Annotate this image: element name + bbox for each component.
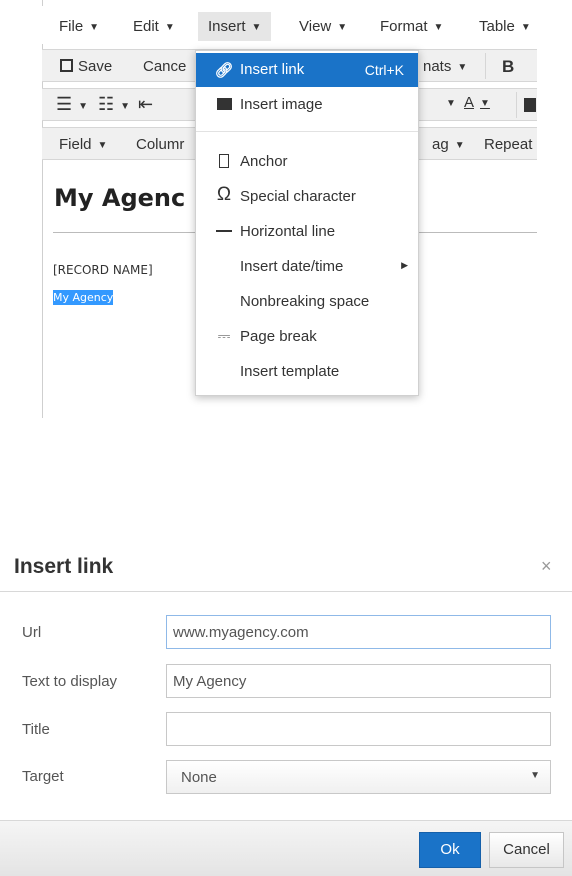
page-break-icon: ⎓	[217, 328, 231, 345]
url-input[interactable]: www.myagency.com	[166, 615, 551, 649]
menubar: File ▼ Edit ▼ Insert ▼ View ▼ Format ▼ Table ▼	[42, 6, 537, 44]
chevron-down-icon: ▼	[164, 22, 175, 33]
chevron-down-icon: ▼	[337, 22, 348, 33]
cancel-edit-button[interactable]: Cance	[143, 58, 186, 75]
chevron-down-icon: ▼	[457, 62, 468, 73]
menu-insert[interactable]: Insert ▼	[198, 12, 272, 41]
menu-item-insert-link[interactable]: 🔗︎ Insert link Ctrl+K	[196, 53, 418, 87]
title-input[interactable]	[166, 712, 551, 746]
chevron-down-icon: ▼	[251, 22, 262, 33]
menu-divider	[196, 131, 418, 132]
source-code-icon[interactable]	[524, 98, 536, 112]
chevron-down-icon[interactable]: ▼	[446, 98, 456, 109]
chevron-down-icon: ▼	[530, 770, 540, 781]
horizontal-line-icon	[214, 223, 234, 240]
close-icon[interactable]: ×	[541, 556, 552, 577]
dialog-header-divider	[0, 591, 572, 592]
menu-item-special-character[interactable]: Ω Special character	[196, 180, 418, 214]
bullet-list-icon[interactable]: ☰ ▼	[56, 94, 88, 115]
save-icon	[60, 59, 73, 72]
menu-format[interactable]: Format ▼	[380, 18, 443, 35]
selected-text[interactable]: My Agency	[53, 290, 114, 305]
target-select[interactable]: None ▼	[166, 760, 551, 794]
menu-item-insert-image[interactable]: Insert image	[196, 88, 418, 122]
repeat-dropdown[interactable]: Repeat	[484, 136, 532, 153]
insert-menu-dropdown: 🔗︎ Insert link Ctrl+K Insert image Ancho…	[195, 50, 419, 396]
divider	[516, 92, 517, 118]
menu-view[interactable]: View ▼	[299, 18, 347, 35]
url-label: Url	[22, 624, 42, 641]
menu-item-nonbreaking-space[interactable]: Nonbreaking space	[196, 285, 418, 319]
menu-edit[interactable]: Edit ▼	[133, 18, 175, 35]
columns-dropdown[interactable]: Columr	[136, 136, 184, 153]
numbered-list-icon[interactable]: ☷ ▼	[98, 94, 130, 115]
menu-item-page-break[interactable]: ⎓ Page break	[196, 320, 418, 354]
text-to-display-label: Text to display	[22, 673, 118, 690]
ok-button[interactable]: Ok	[419, 832, 481, 868]
chevron-right-icon: ▶	[401, 260, 408, 270]
tag-dropdown[interactable]: ag ▼	[432, 136, 465, 153]
formats-dropdown[interactable]: nats ▼	[423, 58, 467, 75]
chevron-down-icon: ▼	[433, 22, 444, 33]
omega-icon: Ω	[216, 184, 232, 205]
record-name-placeholder[interactable]: [RECORD NAME]	[53, 263, 153, 277]
target-label: Target	[22, 768, 64, 785]
target-value: None	[181, 769, 217, 786]
dialog-footer	[0, 820, 572, 876]
bold-button[interactable]: B	[502, 57, 514, 77]
menu-file[interactable]: File ▼	[59, 18, 99, 35]
dialog-title: Insert link	[14, 555, 114, 578]
shortcut-label: Ctrl+K	[364, 62, 404, 78]
link-icon: 🔗︎	[214, 62, 234, 79]
save-button[interactable]: Save	[60, 58, 112, 75]
chevron-down-icon: ▼	[89, 22, 100, 33]
menu-item-anchor[interactable]: Anchor	[196, 145, 418, 179]
chevron-down-icon: ▼	[520, 22, 531, 33]
menu-item-insert-date-time[interactable]: Insert date/time ▶	[196, 250, 418, 284]
chevron-down-icon: ▼	[454, 140, 465, 151]
chevron-down-icon: ▼	[97, 140, 108, 151]
menu-item-insert-template[interactable]: Insert template	[196, 355, 418, 389]
bookmark-icon	[214, 153, 234, 170]
outdent-icon[interactable]: ⇤	[138, 94, 153, 115]
image-icon	[214, 96, 234, 113]
font-color-icon[interactable]: A ▼	[464, 94, 490, 111]
text-to-display-input[interactable]: My Agency	[166, 664, 551, 698]
menu-table[interactable]: Table ▼	[479, 18, 531, 35]
menu-item-horizontal-line[interactable]: Horizontal line	[196, 215, 418, 249]
divider	[485, 53, 486, 79]
cancel-button[interactable]: Cancel	[489, 832, 564, 868]
document-heading[interactable]: My Agenc	[54, 184, 185, 212]
field-dropdown[interactable]: Field ▼	[59, 136, 107, 153]
title-label: Title	[22, 721, 50, 738]
